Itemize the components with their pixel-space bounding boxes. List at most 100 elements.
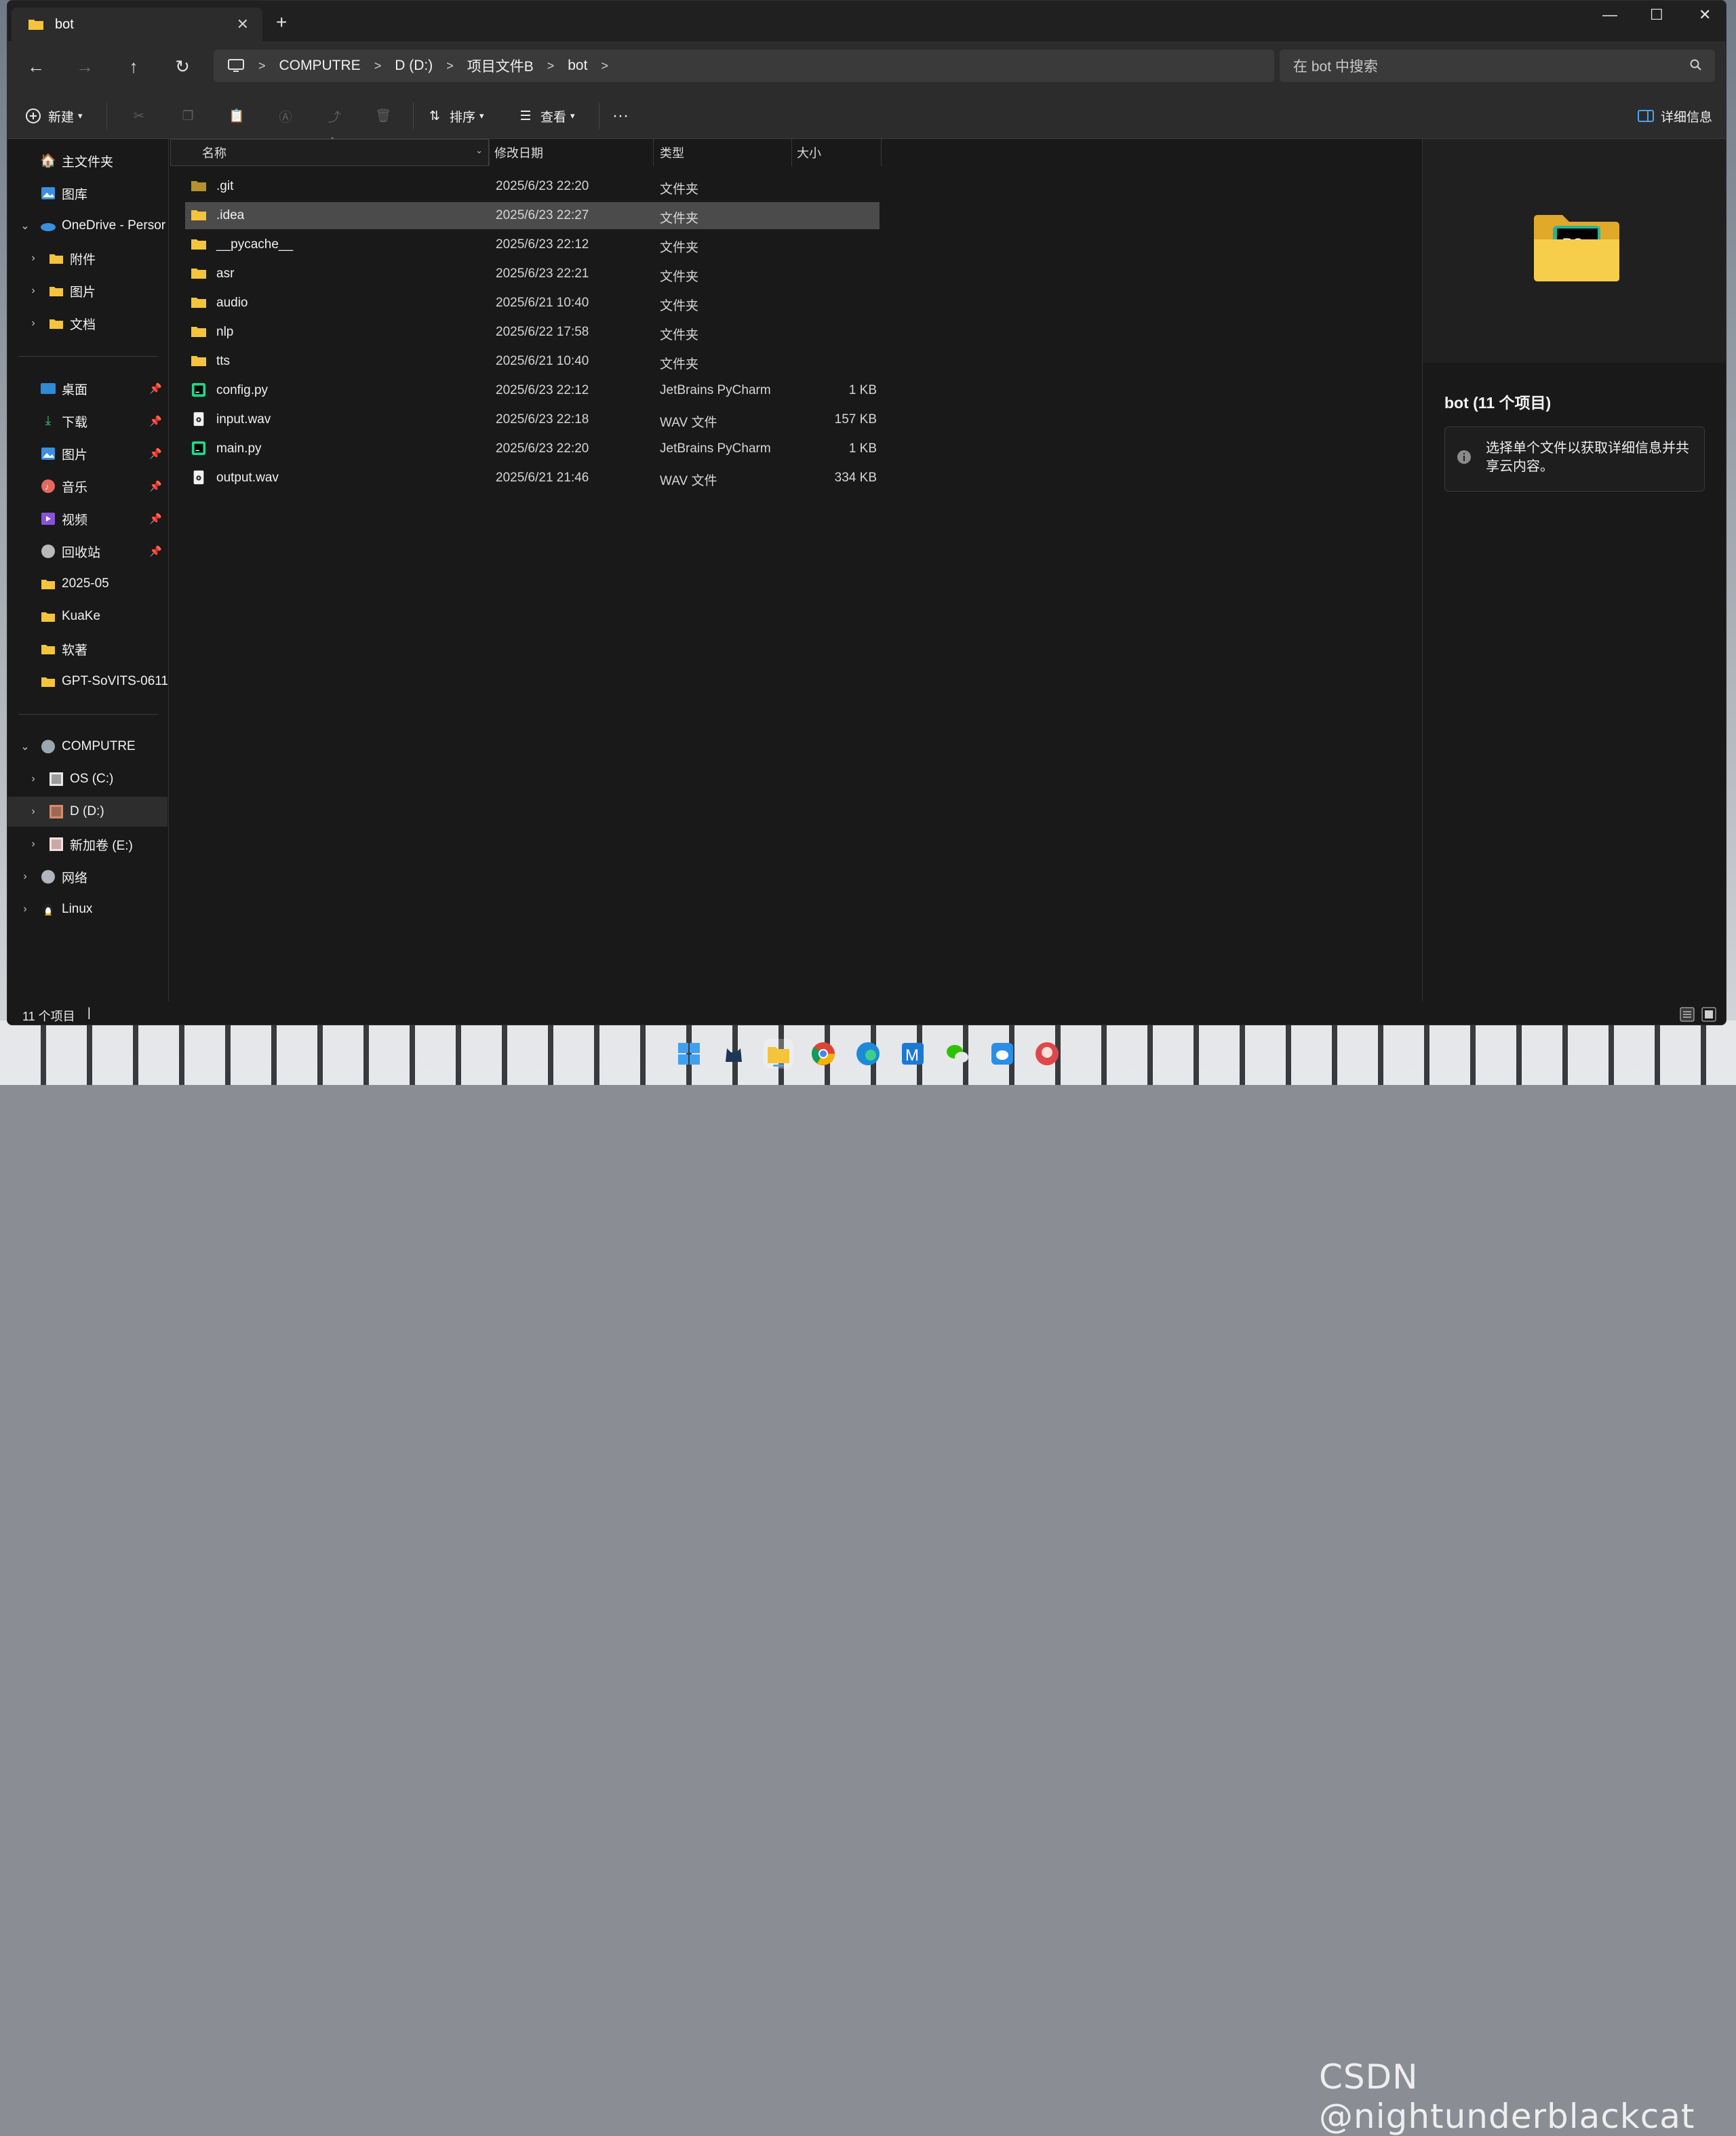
tab-close-button[interactable]: ✕ bbox=[237, 16, 249, 33]
column-label: 名称 bbox=[202, 146, 226, 160]
up-button[interactable]: ↑ bbox=[123, 56, 144, 78]
file-row[interactable]: asr 2025/6/23 22:21 文件夹 bbox=[185, 260, 880, 288]
info-icon bbox=[1457, 450, 1471, 464]
column-header-name[interactable]: 名称 ˆ ⌄ bbox=[170, 136, 489, 166]
svg-text:♪: ♪ bbox=[45, 481, 50, 492]
sidebar-item-gallery[interactable]: 图库 bbox=[7, 178, 167, 208]
new-tab-button[interactable]: + bbox=[276, 13, 287, 32]
taskbar-edge[interactable] bbox=[853, 1039, 883, 1069]
sidebar-item-linux[interactable]: › Linux bbox=[7, 894, 167, 924]
start-button[interactable] bbox=[674, 1039, 704, 1069]
sidebar-label: 图片 bbox=[62, 448, 88, 462]
sidebar-item-onedrive[interactable]: ⌄ OneDrive - Persor bbox=[7, 211, 167, 241]
breadcrumb-drive-d[interactable]: D (D:) bbox=[395, 58, 433, 74]
delete-button[interactable]: 🗑 bbox=[374, 105, 398, 127]
chevron-right-icon: › bbox=[23, 871, 27, 882]
minimize-button[interactable]: — bbox=[1602, 6, 1617, 24]
column-header-type[interactable]: 类型 bbox=[660, 139, 789, 166]
sidebar-item-pictures[interactable]: 图片 📌 bbox=[7, 439, 167, 469]
breadcrumb[interactable]: > COMPUTRE > D (D:) > 项目文件B > bot > bbox=[214, 50, 1274, 82]
file-row[interactable]: tts 2025/6/21 10:40 文件夹 bbox=[185, 348, 880, 375]
taskbar-chrome[interactable] bbox=[808, 1039, 838, 1069]
sidebar-item-desktop[interactable]: 桌面 📌 bbox=[7, 374, 167, 403]
taskbar-app-m[interactable]: M bbox=[898, 1039, 928, 1069]
breadcrumb-project[interactable]: 项目文件B bbox=[467, 56, 534, 76]
file-row[interactable]: audio 2025/6/21 10:40 文件夹 bbox=[185, 290, 880, 317]
sidebar-item-ruanzhu[interactable]: 软著 bbox=[7, 634, 167, 664]
sidebar-item-drive-c[interactable]: › OS (C:) bbox=[7, 764, 167, 794]
file-row[interactable]: __pycache__ 2025/6/23 22:12 文件夹 bbox=[185, 231, 880, 258]
rename-icon: Ⓐ bbox=[279, 110, 292, 125]
sort-ascending-icon: ˆ bbox=[331, 136, 334, 146]
details-pane-button[interactable]: 详细信息 bbox=[1636, 105, 1712, 127]
sidebar-label: 视频 bbox=[62, 513, 88, 528]
folder-icon bbox=[28, 20, 43, 30]
sidebar-item-od-pictures[interactable]: › 图片 bbox=[7, 276, 167, 306]
forward-button[interactable]: → bbox=[74, 56, 96, 78]
sidebar-item-gpt-sovits[interactable]: GPT-SoVITS-0611 bbox=[7, 667, 167, 696]
taskbar-app-bird[interactable] bbox=[987, 1039, 1017, 1069]
paste-button[interactable]: 📋 bbox=[227, 105, 252, 127]
file-row[interactable]: main.py 2025/6/23 22:20 JetBrains PyCharm 1… bbox=[185, 435, 880, 462]
share-button[interactable]: ⤴ bbox=[325, 105, 349, 127]
large-icons-view-icon[interactable] bbox=[1701, 1007, 1716, 1022]
cut-button[interactable]: ✂ bbox=[130, 105, 154, 127]
back-button[interactable]: ← bbox=[25, 56, 47, 78]
sidebar-label: 新加卷 (E:) bbox=[70, 838, 133, 853]
search-icon bbox=[1690, 59, 1701, 71]
sidebar-label: OS (C:) bbox=[70, 772, 114, 786]
sidebar-label: OneDrive - Persor bbox=[62, 218, 166, 233]
new-button[interactable]: 新建 ▾ bbox=[24, 105, 83, 127]
search-input[interactable]: 在 bot 中搜索 bbox=[1280, 50, 1715, 82]
pin-icon: 📌 bbox=[149, 481, 162, 492]
sidebar-divider bbox=[18, 356, 158, 357]
column-header-date[interactable]: 修改日期 bbox=[494, 139, 652, 166]
sidebar-label: 软著 bbox=[62, 643, 88, 658]
sidebar-item-network[interactable]: › 网络 bbox=[7, 862, 167, 892]
windows-logo-icon bbox=[678, 1043, 700, 1065]
file-row[interactable]: config.py 2025/6/23 22:12 JetBrains PyChar… bbox=[185, 377, 880, 404]
tab-bot[interactable]: bot ✕ bbox=[12, 7, 262, 41]
sidebar-item-2025-05[interactable]: 2025-05 bbox=[7, 569, 167, 599]
file-row[interactable]: .idea 2025/6/23 22:27 文件夹 bbox=[185, 202, 880, 229]
file-row[interactable]: input.wav 2025/6/23 22:18 WAV 文件 157 KB bbox=[185, 406, 880, 433]
sidebar-item-music[interactable]: ♪ 音乐 📌 bbox=[7, 471, 167, 501]
pin-icon: 📌 bbox=[149, 546, 162, 557]
sidebar-item-computer[interactable]: ⌄ COMPUTRE bbox=[7, 732, 167, 762]
sidebar-label: GPT-SoVITS-0611 bbox=[62, 674, 167, 688]
more-options-button[interactable]: ··· bbox=[612, 105, 629, 127]
sidebar-item-videos[interactable]: 视频 📌 bbox=[7, 504, 167, 534]
file-size: 334 KB bbox=[834, 471, 877, 485]
details-view-icon[interactable] bbox=[1680, 1007, 1695, 1022]
close-window-button[interactable]: ✕ bbox=[1699, 6, 1711, 24]
column-header-size[interactable]: 大小 bbox=[797, 139, 878, 166]
view-button[interactable]: ☰ 查看 ▾ bbox=[516, 105, 574, 127]
home-icon: 🏠 bbox=[40, 154, 56, 168]
taskbar-app-character[interactable] bbox=[1032, 1039, 1062, 1069]
sidebar-item-od-documents[interactable]: › 文档 bbox=[7, 309, 167, 338]
sidebar-item-downloads[interactable]: ⤓ 下载 📌 bbox=[7, 406, 167, 436]
taskbar-app-cat[interactable] bbox=[719, 1039, 749, 1069]
sort-button[interactable]: ⇅ 排序 ▾ bbox=[425, 105, 484, 127]
copy-button[interactable]: ❐ bbox=[178, 105, 203, 127]
file-row[interactable]: output.wav 2025/6/21 21:46 WAV 文件 334 KB bbox=[185, 464, 880, 492]
breadcrumb-computer[interactable]: COMPUTRE bbox=[279, 58, 361, 74]
file-row[interactable]: .git 2025/6/23 22:20 文件夹 bbox=[185, 173, 880, 200]
sidebar-item-drive-d[interactable]: › D (D:) bbox=[7, 797, 167, 827]
taskbar-file-explorer[interactable] bbox=[764, 1039, 793, 1069]
taskbar-wechat[interactable] bbox=[943, 1039, 972, 1069]
breadcrumb-bot[interactable]: bot bbox=[568, 58, 587, 74]
file-row[interactable]: nlp 2025/6/22 17:58 文件夹 bbox=[185, 319, 880, 346]
file-size: 1 KB bbox=[848, 383, 877, 397]
sidebar-item-kuake[interactable]: KuaKe bbox=[7, 601, 167, 631]
sidebar-item-attachments[interactable]: › 附件 bbox=[7, 243, 167, 273]
sidebar-item-home[interactable]: 🏠 主文件夹 bbox=[7, 146, 167, 176]
file-type: WAV 文件 bbox=[660, 474, 717, 488]
rename-button[interactable]: Ⓐ bbox=[276, 105, 300, 127]
chevron-right-icon: › bbox=[23, 903, 27, 915]
sidebar-item-drive-e[interactable]: › 新加卷 (E:) bbox=[7, 829, 167, 859]
maximize-button[interactable]: ☐ bbox=[1650, 6, 1663, 24]
refresh-button[interactable]: ↻ bbox=[172, 56, 193, 78]
file-type: WAV 文件 bbox=[660, 416, 717, 430]
sidebar-item-recycle-bin[interactable]: 回收站 📌 bbox=[7, 536, 167, 566]
